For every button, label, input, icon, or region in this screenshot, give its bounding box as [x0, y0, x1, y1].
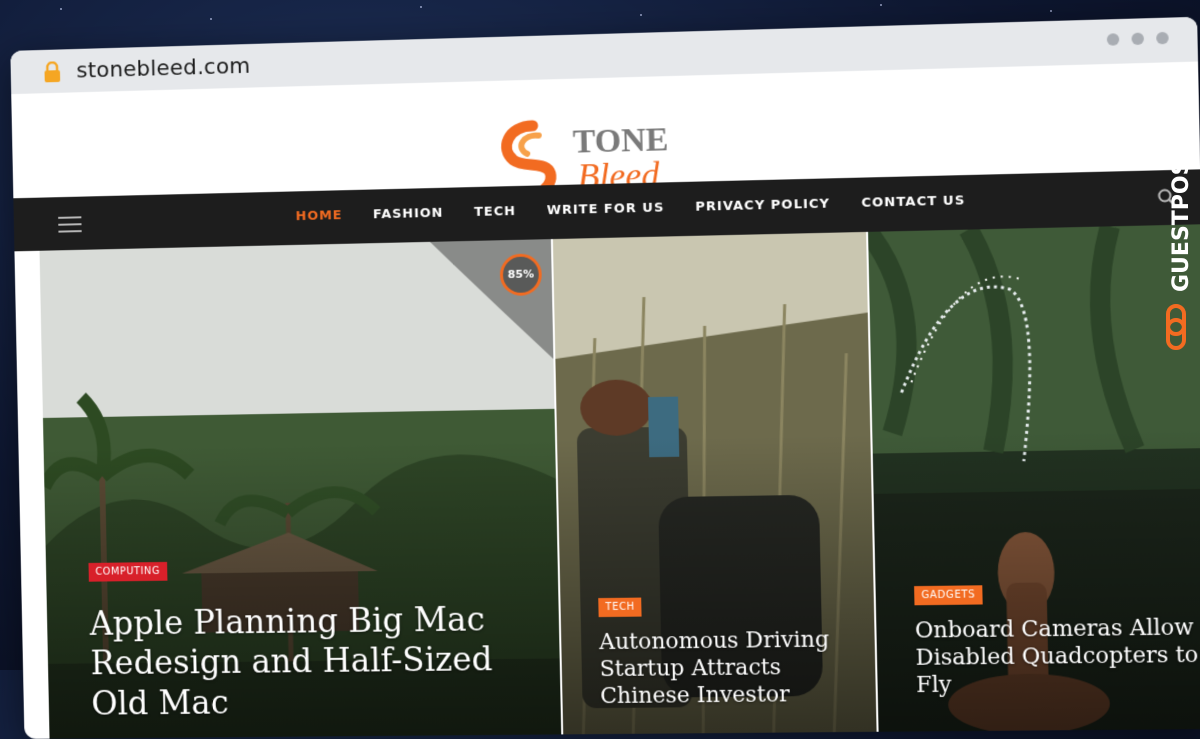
article-title[interactable]: Onboard Cameras Allow Disabled Quadcopte…	[915, 615, 1200, 700]
featured-card[interactable]: GADGETS Onboard Cameras Allow Disabled Q…	[868, 224, 1200, 736]
nav-write-for-us[interactable]: WRITE FOR US	[547, 200, 665, 218]
category-tag[interactable]: COMPUTING	[88, 562, 167, 582]
lock-icon	[41, 61, 63, 83]
window-dot[interactable]	[1131, 33, 1144, 46]
nav-fashion[interactable]: FASHION	[373, 206, 444, 223]
nav-privacy-policy[interactable]: PRIVACY POLICY	[695, 196, 830, 214]
nav-tech[interactable]: TECH	[474, 204, 516, 220]
nav-home[interactable]: HOME	[295, 208, 342, 224]
window-dot[interactable]	[1107, 33, 1120, 46]
window-controls	[1107, 32, 1169, 46]
article-title[interactable]: Apple Planning Big Mac Redesign and Half…	[89, 599, 503, 723]
window-dot[interactable]	[1156, 32, 1169, 45]
guestpostlinks-badge: GUESTPOSTLINKS	[1158, 54, 1198, 354]
category-tag[interactable]: TECH	[598, 598, 642, 618]
nav-contact-us[interactable]: CONTACT US	[861, 193, 965, 211]
featured-grid: 85% COMPUTING Apple Planning Big Mac Red…	[40, 224, 1200, 739]
browser-window: stonebleed.com TONE Bleed HOME FASHION T…	[10, 17, 1200, 739]
menu-icon[interactable]	[58, 216, 82, 237]
featured-card[interactable]: 85% COMPUTING Apple Planning Big Mac Red…	[40, 239, 562, 739]
badge-text: GUESTPOSTLINKS	[1169, 71, 1194, 292]
address-bar[interactable]: stonebleed.com	[76, 54, 250, 84]
article-title[interactable]: Autonomous Driving Startup Attracts Chin…	[599, 627, 872, 711]
category-tag[interactable]: GADGETS	[914, 585, 983, 605]
featured-card[interactable]: TECH Autonomous Driving Startup Attracts…	[553, 232, 877, 738]
